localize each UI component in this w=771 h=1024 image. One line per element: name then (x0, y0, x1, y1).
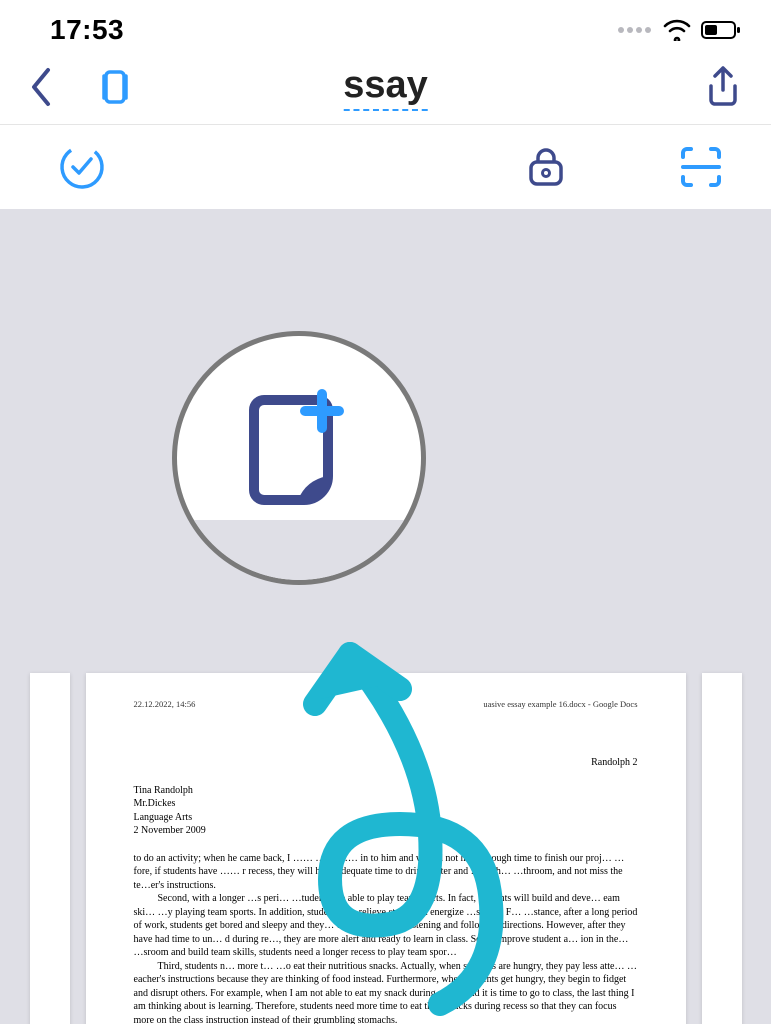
lock-icon[interactable] (523, 144, 569, 190)
doc-heading-line: 2 November 2009 (134, 824, 638, 838)
doc-heading-block: Tina Randolph Mr.Dickes Language Arts 2 … (134, 784, 638, 838)
doc-heading-line: Tina Randolph (134, 784, 638, 798)
switch-view-icon[interactable] (94, 66, 136, 108)
tool-row (0, 125, 771, 209)
scan-crop-icon[interactable] (677, 143, 725, 191)
document-title[interactable]: ssay (343, 64, 428, 111)
doc-meta-left: 22.12.2022, 14:56 (134, 699, 196, 710)
doc-meta-right: uasive essay example 16.docx - Google Do… (483, 699, 637, 710)
checkmark-circle-icon[interactable] (58, 143, 106, 191)
doc-meta: 22.12.2022, 14:56 uasive essay example 1… (134, 699, 638, 710)
feature-highlight-magnifier (172, 331, 426, 585)
doc-paragraph: Second, with a longer …s peri… …tudents … (134, 892, 638, 960)
status-time: 17:53 (50, 14, 124, 46)
canvas-area[interactable]: 22.12.2022, 14:56 uasive essay example 1… (0, 209, 771, 1024)
doc-paragraph: to do an activity; when he came back, I … (134, 852, 638, 893)
nav-bar: ssay (0, 56, 771, 125)
doc-heading-line: Mr.Dickes (134, 797, 638, 811)
doc-body: to do an activity; when he came back, I … (134, 852, 638, 1024)
share-icon[interactable] (703, 64, 743, 110)
doc-page-header: Randolph 2 (134, 756, 638, 770)
doc-paragraph: Third, students n… more t… …o eat their … (134, 960, 638, 1024)
page-preview-next[interactable] (702, 673, 742, 1024)
battery-icon (701, 20, 741, 40)
doc-heading-line: Language Arts (134, 811, 638, 825)
page-preview-current[interactable]: 22.12.2022, 14:56 uasive essay example 1… (86, 673, 686, 1024)
add-page-icon[interactable] (244, 388, 354, 508)
wifi-icon (663, 19, 691, 41)
more-dots-icon (617, 25, 653, 35)
back-chevron-icon[interactable] (28, 66, 54, 108)
page-preview-prev[interactable] (30, 673, 70, 1024)
status-bar: 17:53 (0, 0, 771, 56)
